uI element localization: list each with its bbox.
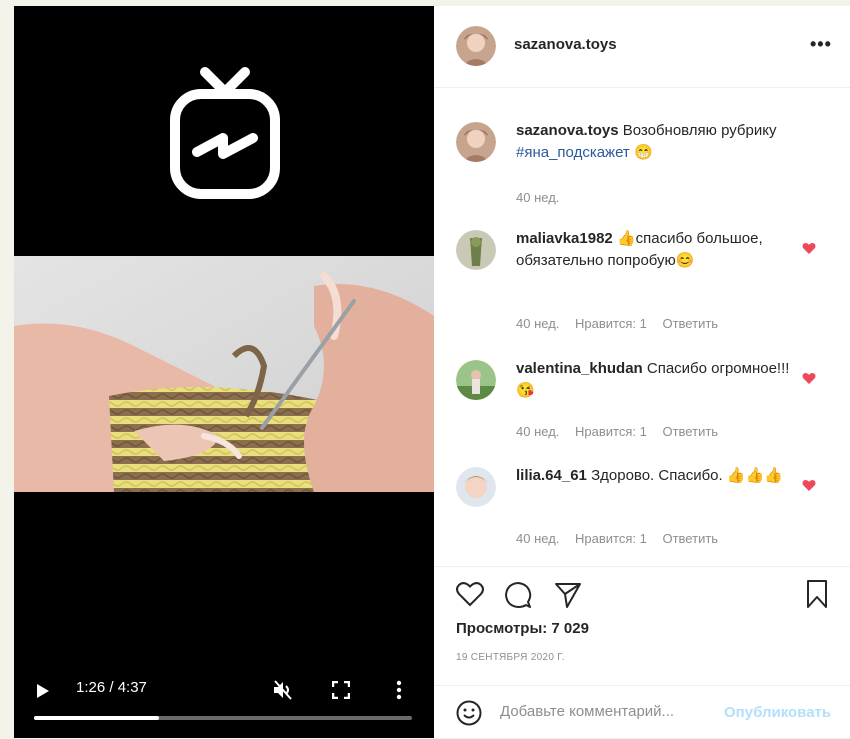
- comment-username[interactable]: maliavka1982: [516, 230, 613, 247]
- comment-time[interactable]: 40 нед.: [516, 531, 559, 546]
- heart-icon[interactable]: [802, 242, 816, 255]
- caption-meta: 40 нед.: [516, 190, 571, 205]
- post-side-panel: sazanova.toys ••• sazanova.toys Возобнов…: [434, 6, 850, 738]
- caption-text: sazanova.toys Возобновляю рубрику #яна_п…: [516, 120, 806, 164]
- reply-button[interactable]: Ответить: [662, 531, 718, 546]
- add-comment-bar: Опубликовать: [434, 685, 850, 739]
- header-username[interactable]: sazanova.toys: [514, 36, 617, 53]
- reply-button[interactable]: Ответить: [662, 424, 718, 439]
- video-time: 1:26 / 4:37: [76, 679, 147, 696]
- avatar[interactable]: [456, 26, 496, 66]
- avatar[interactable]: [456, 230, 496, 270]
- share-icon[interactable]: [554, 581, 582, 609]
- emoji-icon[interactable]: [456, 700, 482, 726]
- more-options-icon[interactable]: •••: [810, 34, 832, 55]
- video-progress-fill: [34, 716, 159, 720]
- caption-emoji: 😁: [633, 144, 653, 161]
- igtv-logo: [170, 67, 280, 199]
- caption-hashtag[interactable]: #яна_подскажет: [516, 144, 630, 161]
- views-count[interactable]: Просмотры: 7 029: [456, 620, 589, 637]
- fullscreen-icon[interactable]: [332, 681, 350, 699]
- comment-meta: 40 нед. Нравится: 1 Ответить: [516, 424, 730, 439]
- heart-icon[interactable]: [802, 479, 816, 492]
- comment-input[interactable]: [500, 703, 730, 720]
- avatar[interactable]: [456, 467, 496, 507]
- post-window: 1:26 / 4:37 sazanova.toys ••• sazanova.t…: [14, 6, 850, 738]
- video-frame-image: [14, 256, 434, 492]
- comment-body: Здорово. Спасибо. 👍👍👍: [591, 467, 783, 484]
- comment-time[interactable]: 40 нед.: [516, 316, 559, 331]
- caption-body: Возобновляю рубрику: [622, 122, 777, 139]
- caption-username[interactable]: sazanova.toys: [516, 122, 619, 139]
- comment-text: maliavka1982 👍спасибо большое, обязатель…: [516, 228, 806, 272]
- like-icon[interactable]: [456, 581, 484, 607]
- post-comment-button[interactable]: Опубликовать: [724, 704, 831, 721]
- avatar[interactable]: [456, 360, 496, 400]
- post-header: sazanova.toys •••: [434, 6, 850, 88]
- mute-icon[interactable]: [272, 680, 294, 700]
- caption-time[interactable]: 40 нед.: [516, 190, 559, 205]
- comment-time[interactable]: 40 нед.: [516, 424, 559, 439]
- comment-username[interactable]: lilia.64_61: [516, 467, 587, 484]
- play-icon[interactable]: [36, 683, 50, 699]
- comment-text: lilia.64_61 Здорово. Спасибо. 👍👍👍: [516, 465, 806, 487]
- avatar[interactable]: [456, 122, 496, 162]
- comment-text: valentina_khudan Спасибо огромное!!! 😘: [516, 358, 806, 402]
- reply-button[interactable]: Ответить: [662, 316, 718, 331]
- more-vertical-icon[interactable]: [396, 680, 402, 700]
- comment-likes[interactable]: Нравится: 1: [575, 424, 647, 439]
- bookmark-icon[interactable]: [806, 579, 828, 609]
- comment-meta: 40 нед. Нравится: 1 Ответить: [516, 316, 730, 331]
- post-actions: Просмотры: 7 029 19 СЕНТЯБРЯ 2020 Г. Опу…: [434, 566, 850, 738]
- post-date: 19 СЕНТЯБРЯ 2020 Г.: [456, 652, 565, 663]
- comment-likes[interactable]: Нравится: 1: [575, 531, 647, 546]
- video-controls: 1:26 / 4:37: [14, 671, 434, 738]
- comment-icon[interactable]: [504, 581, 532, 609]
- comment-meta: 40 нед. Нравится: 1 Ответить: [516, 531, 730, 546]
- heart-icon[interactable]: [802, 372, 816, 385]
- comment-likes[interactable]: Нравится: 1: [575, 316, 647, 331]
- video-progress-bar[interactable]: [34, 716, 412, 720]
- video-player[interactable]: 1:26 / 4:37: [14, 6, 434, 738]
- comment-username[interactable]: valentina_khudan: [516, 360, 643, 377]
